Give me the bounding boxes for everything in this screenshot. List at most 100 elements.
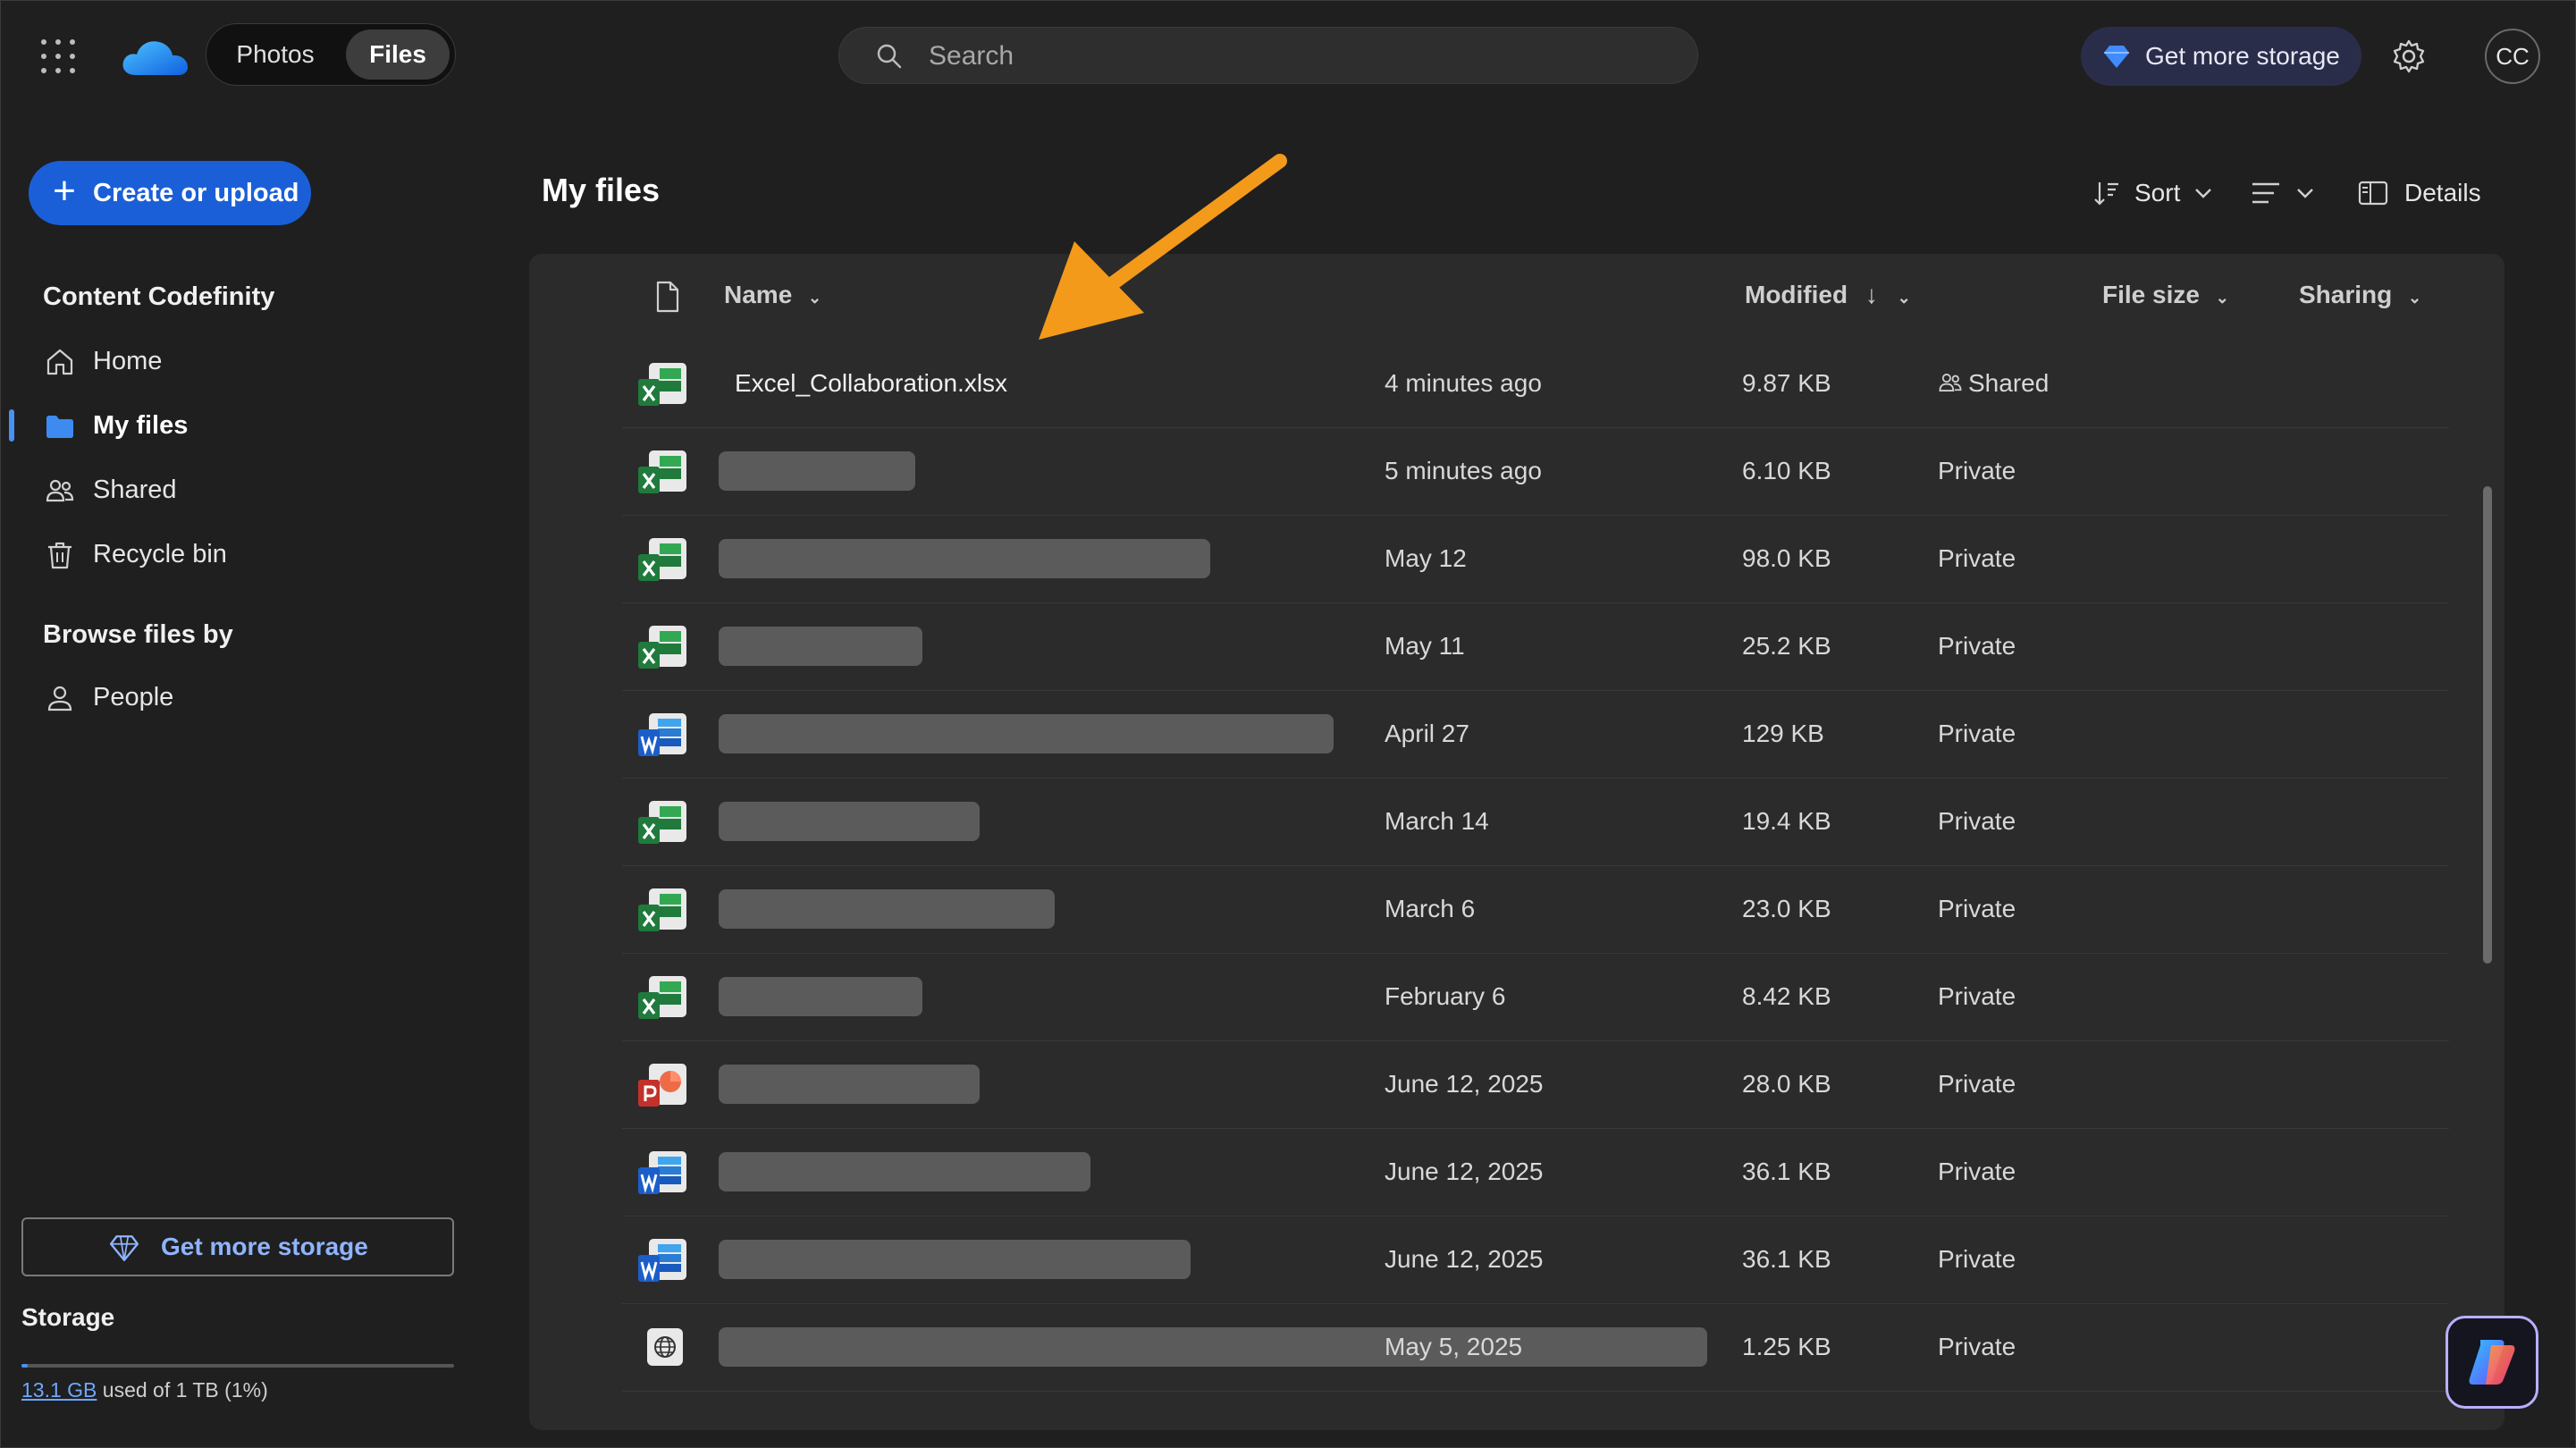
search-icon bbox=[877, 44, 902, 69]
sharing-status: Private bbox=[1938, 1070, 2016, 1098]
search-input[interactable]: Search bbox=[838, 27, 1698, 84]
file-size: 8.42 KB bbox=[1742, 982, 1831, 1010]
file-list: Name ⌄ Modified ↓ ⌄ File size ⌄ Sharing … bbox=[529, 254, 2504, 1430]
sharing-status: Private bbox=[1938, 895, 2016, 922]
column-header-file-size[interactable]: File size ⌄ bbox=[2102, 281, 2229, 309]
sidebar-item-home[interactable]: Home bbox=[0, 333, 483, 390]
sharing-status: Private bbox=[1938, 720, 2016, 747]
file-size: 1.25 KB bbox=[1742, 1333, 1831, 1360]
table-row[interactable]: March 6 23.0 KB Private bbox=[622, 865, 2449, 954]
file-size: 23.0 KB bbox=[1742, 895, 1831, 922]
file-name[interactable]: Excel_Collaboration.xlsx bbox=[735, 340, 1007, 427]
file-size: 36.1 KB bbox=[1742, 1158, 1831, 1185]
table-row[interactable]: June 12, 2025 36.1 KB Private bbox=[622, 1128, 2449, 1216]
sidebar-get-more-storage-button[interactable]: Get more storage bbox=[21, 1217, 454, 1276]
word-file-icon bbox=[638, 713, 686, 756]
arrow-down-icon: ↓ bbox=[1865, 281, 1878, 308]
storage-used-link[interactable]: 13.1 GB bbox=[21, 1378, 97, 1402]
redacted-file-name bbox=[719, 451, 915, 491]
sidebar-item-my-files[interactable]: My files bbox=[0, 397, 483, 454]
details-label: Details bbox=[2404, 179, 2481, 206]
sharing-status: Private bbox=[1938, 1158, 2016, 1185]
redacted-file-name bbox=[719, 1152, 1090, 1191]
create-or-upload-button[interactable]: + Create or upload bbox=[29, 161, 311, 225]
account-section-title: Content Codefinity bbox=[43, 282, 275, 311]
files-tab[interactable]: Files bbox=[346, 29, 450, 80]
redacted-file-name bbox=[719, 802, 980, 841]
table-row[interactable]: June 12, 2025 28.0 KB Private bbox=[622, 1040, 2449, 1129]
file-size: 36.1 KB bbox=[1742, 1245, 1831, 1273]
table-row[interactable]: 5 minutes ago 6.10 KB Private bbox=[622, 427, 2449, 516]
modified-date: February 6 bbox=[1385, 982, 1506, 1010]
modified-date: May 11 bbox=[1385, 632, 1465, 660]
storage-usage-text: used of 1 TB (1%) bbox=[97, 1378, 268, 1402]
sidebar-item-label: Home bbox=[93, 347, 163, 375]
sort-icon bbox=[2094, 182, 2118, 206]
column-header-name[interactable]: Name ⌄ bbox=[724, 281, 821, 309]
view-options-button[interactable] bbox=[2251, 170, 2322, 216]
gear-icon[interactable] bbox=[2390, 38, 2428, 75]
file-size: 9.87 KB bbox=[1742, 369, 1831, 397]
annotation-arrow bbox=[1039, 154, 1287, 340]
avatar[interactable]: CC bbox=[2485, 29, 2540, 84]
scrollbar[interactable] bbox=[2483, 486, 2492, 964]
get-more-storage-button[interactable]: Get more storage bbox=[2081, 27, 2361, 86]
table-row[interactable]: May 5, 2025 1.25 KB Private bbox=[622, 1303, 2449, 1392]
table-row[interactable]: Excel_Collaboration.xlsx 4 minutes ago 9.8… bbox=[622, 340, 2449, 428]
photos-tab[interactable]: Photos bbox=[217, 29, 333, 80]
sidebar-item-label: Shared bbox=[93, 476, 177, 504]
file-type-icon[interactable] bbox=[654, 281, 681, 313]
chevron-down-icon: ⌄ bbox=[1897, 289, 1911, 307]
sidebar-item-label: My files bbox=[93, 411, 189, 440]
table-row[interactable]: April 27 129 KB Private bbox=[622, 690, 2449, 779]
table-row[interactable]: February 6 8.42 KB Private bbox=[622, 953, 2449, 1041]
storage-meter-fill bbox=[21, 1364, 29, 1368]
diamond-icon bbox=[2104, 46, 2129, 68]
excel-file-icon bbox=[638, 538, 686, 581]
column-header-modified[interactable]: Modified ↓ ⌄ bbox=[1745, 281, 1911, 309]
modified-date: June 12, 2025 bbox=[1385, 1245, 1544, 1273]
sharing-status: Private bbox=[1938, 544, 2016, 572]
top-bar: Photos Files Search Get more storage CC bbox=[0, 0, 2576, 116]
modified-date: June 12, 2025 bbox=[1385, 1158, 1544, 1185]
powerpoint-file-icon bbox=[638, 1064, 686, 1107]
app-launcher-icon[interactable] bbox=[41, 39, 77, 75]
chevron-down-icon bbox=[2195, 189, 2211, 198]
onedrive-logo[interactable] bbox=[120, 32, 189, 82]
redacted-file-name bbox=[719, 977, 922, 1016]
sort-button[interactable]: Sort bbox=[2093, 170, 2218, 216]
table-row[interactable]: March 14 19.4 KB Private bbox=[622, 778, 2449, 866]
chevron-down-icon: ⌄ bbox=[2408, 289, 2422, 307]
sidebar-item-people[interactable]: People bbox=[0, 669, 483, 726]
table-row[interactable]: June 12, 2025 36.1 KB Private bbox=[622, 1216, 2449, 1304]
chevron-down-icon: ⌄ bbox=[808, 289, 822, 307]
active-indicator bbox=[9, 409, 14, 442]
sidebar-item-recycle-bin[interactable]: Recycle bin bbox=[0, 526, 483, 583]
excel-file-icon bbox=[638, 450, 686, 493]
modified-date: March 6 bbox=[1385, 895, 1476, 922]
copilot-button[interactable] bbox=[2446, 1316, 2538, 1409]
file-list-header: Name ⌄ Modified ↓ ⌄ File size ⌄ Sharing … bbox=[529, 254, 2504, 343]
details-button[interactable]: Details bbox=[2358, 170, 2492, 216]
redacted-file-name bbox=[719, 539, 1210, 578]
column-header-label: File size bbox=[2102, 281, 2200, 308]
sidebar-item-label: People bbox=[93, 683, 174, 711]
modified-date: 4 minutes ago bbox=[1385, 369, 1542, 397]
file-size: 98.0 KB bbox=[1742, 544, 1831, 572]
table-row[interactable]: May 11 25.2 KB Private bbox=[622, 602, 2449, 691]
table-row[interactable]: May 12 98.0 KB Private bbox=[622, 515, 2449, 603]
browse-section-title: Browse files by bbox=[43, 620, 233, 649]
modified-date: 5 minutes ago bbox=[1385, 457, 1542, 484]
word-file-icon bbox=[638, 1151, 686, 1194]
word-file-icon bbox=[638, 1239, 686, 1282]
diamond-icon bbox=[109, 1235, 139, 1261]
storage-meter bbox=[21, 1364, 454, 1368]
details-pane-icon bbox=[2358, 181, 2388, 206]
folder-icon bbox=[46, 416, 73, 438]
sharing-status: Private bbox=[1938, 982, 2016, 1010]
excel-file-icon bbox=[638, 626, 686, 669]
sidebar-item-shared[interactable]: Shared bbox=[0, 461, 483, 518]
excel-file-icon bbox=[638, 363, 686, 406]
people-icon bbox=[1939, 374, 1962, 391]
column-header-sharing[interactable]: Sharing ⌄ bbox=[2299, 281, 2421, 309]
